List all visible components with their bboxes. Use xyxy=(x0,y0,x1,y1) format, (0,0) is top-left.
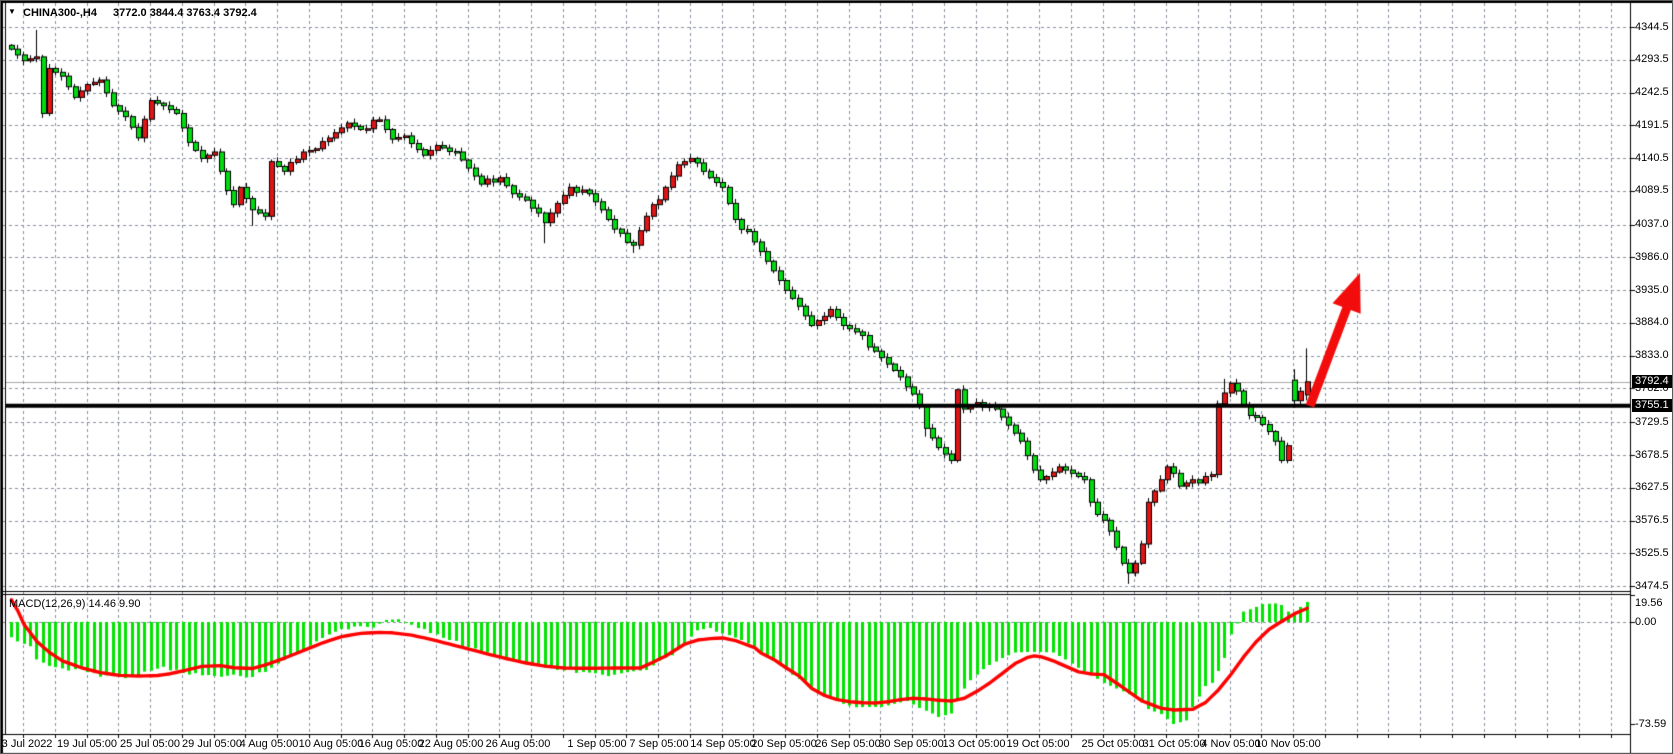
price-axis-label: 4242.5 xyxy=(1635,86,1669,99)
macd-axis-top-label: 19.56 xyxy=(1635,597,1663,609)
chart-canvas[interactable] xyxy=(1,1,1673,754)
price-axis-label: 4140.5 xyxy=(1635,152,1669,165)
title-bar: ▼ CHINA300-,H4 3772.0 3844.4 3763.4 3792… xyxy=(1,3,1672,21)
support-price-badge: 3755.1 xyxy=(1632,399,1673,412)
time-axis-label: 10 Nov 05:00 xyxy=(1243,738,1333,750)
price-axis-label: 3729.5 xyxy=(1635,416,1669,429)
price-axis-label: 4089.5 xyxy=(1635,184,1669,197)
time-axis-label: 26 Aug 05:00 xyxy=(473,738,563,750)
price-axis-label: 4293.5 xyxy=(1635,53,1669,66)
collapse-triangle-icon[interactable]: ▼ xyxy=(8,7,16,16)
macd-axis-bottom-label: -73.59 xyxy=(1635,718,1666,730)
price-axis-label: 3627.5 xyxy=(1635,481,1669,494)
current-price-badge: 3792.4 xyxy=(1632,375,1673,388)
price-axis-label: 3576.5 xyxy=(1635,514,1669,527)
price-axis-label: 3833.0 xyxy=(1635,349,1669,362)
symbol-period-title: CHINA300-,H4 xyxy=(23,7,97,20)
price-axis-label: 3678.5 xyxy=(1635,449,1669,462)
price-axis-label: 3474.5 xyxy=(1635,580,1669,593)
chart-window: ▼ CHINA300-,H4 3772.0 3844.4 3763.4 3792… xyxy=(0,0,1673,754)
macd-axis-zero-label: 0.00 xyxy=(1635,616,1656,628)
price-axis-label: 4344.5 xyxy=(1635,21,1669,34)
price-axis-label: 3884.0 xyxy=(1635,316,1669,329)
price-axis-label: 3935.0 xyxy=(1635,284,1669,297)
title-ohlc-values: 3772.0 3844.4 3763.4 3792.4 xyxy=(113,7,257,20)
price-axis-label: 4191.5 xyxy=(1635,119,1669,132)
price-axis-label: 3986.0 xyxy=(1635,251,1669,264)
macd-indicator-label: MACD(12,26,9) 14.46 9.90 xyxy=(9,598,140,611)
price-axis-label: 3525.5 xyxy=(1635,547,1669,560)
price-axis-label: 4037.0 xyxy=(1635,218,1669,231)
